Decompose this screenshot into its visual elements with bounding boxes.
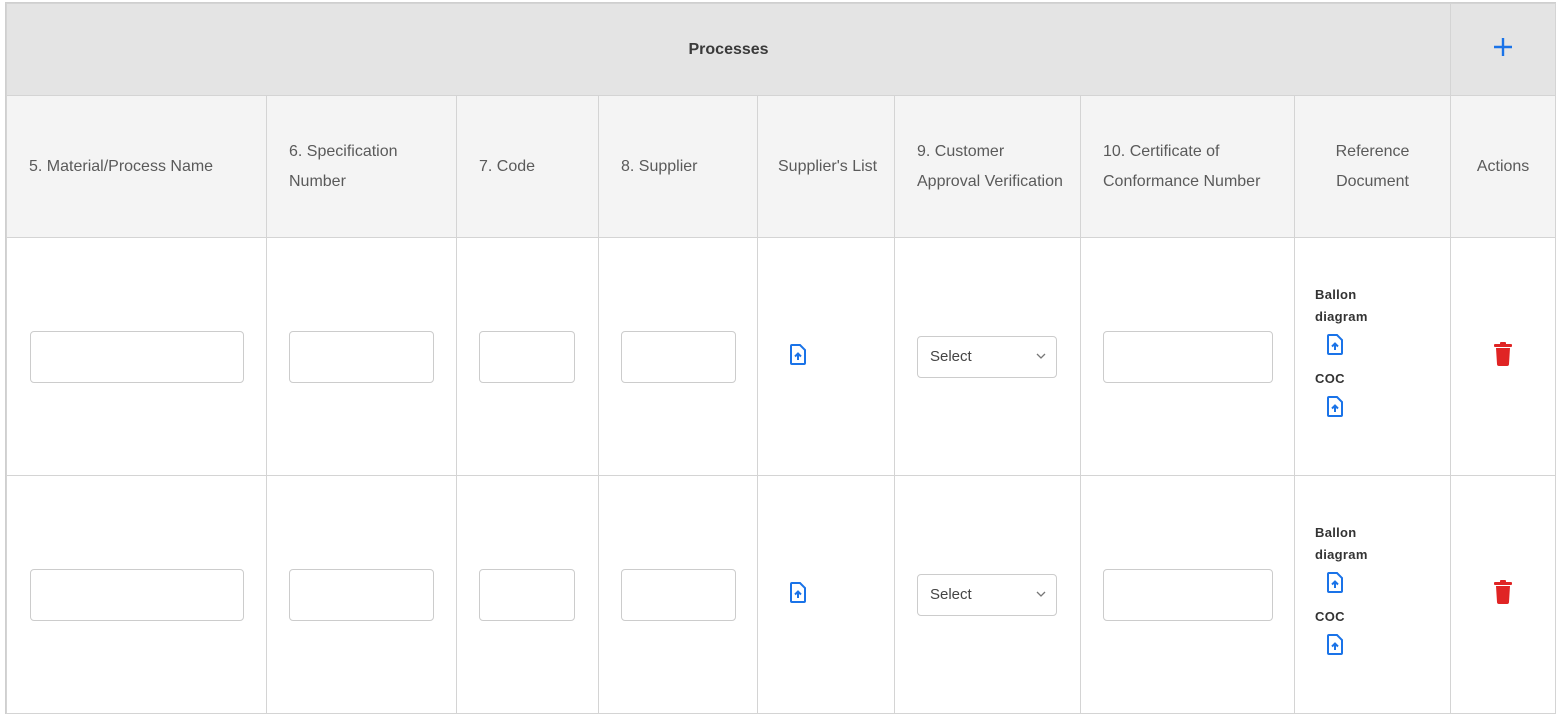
plus-icon xyxy=(1494,38,1513,56)
col-header-coc-number: 10. Certificate of Conformance Number xyxy=(1080,95,1295,238)
ref-doc-label-ballon: Ballon diagram xyxy=(1315,286,1368,324)
col-header-customer-approval: 9. Customer Approval Verification xyxy=(894,95,1081,238)
select-value: Select xyxy=(930,585,972,603)
processes-panel: Processes 5. Material/Process Name 6. Sp… xyxy=(5,2,1557,714)
chevron-down-icon xyxy=(1036,591,1046,597)
col-header-actions: Actions xyxy=(1450,95,1557,238)
table-row: Select Ballon diagram COC xyxy=(6,475,1557,714)
code-input[interactable] xyxy=(479,568,575,621)
ref-doc-label-coc: COC xyxy=(1315,370,1345,386)
col-header-supplier: 8. Supplier xyxy=(598,95,758,238)
trash-icon[interactable] xyxy=(1494,342,1513,366)
customer-approval-select[interactable]: Select xyxy=(917,573,1057,616)
spec-number-input[interactable] xyxy=(289,330,434,383)
ref-doc-label-coc: COC xyxy=(1315,608,1345,624)
file-upload-icon[interactable] xyxy=(1327,333,1343,355)
supplier-input[interactable] xyxy=(621,330,736,383)
spec-number-input[interactable] xyxy=(289,568,434,621)
add-row-cell xyxy=(1450,3,1557,96)
material-name-input[interactable] xyxy=(30,330,244,383)
col-header-code: 7. Code xyxy=(456,95,599,238)
file-upload-icon[interactable] xyxy=(790,343,806,365)
col-header-reference-document: Reference Document xyxy=(1293,95,1452,238)
col-header-spec-number: 6. Specification Number xyxy=(266,95,457,238)
coc-number-input[interactable] xyxy=(1103,330,1273,383)
file-upload-icon[interactable] xyxy=(790,581,806,603)
supplier-input[interactable] xyxy=(621,568,736,621)
add-row-button[interactable] xyxy=(1489,33,1517,61)
select-value: Select xyxy=(930,347,972,365)
file-upload-icon[interactable] xyxy=(1327,395,1343,417)
col-header-suppliers-list: Supplier's List xyxy=(757,95,895,238)
file-upload-icon[interactable] xyxy=(1327,633,1343,655)
file-upload-icon[interactable] xyxy=(1327,571,1343,593)
section-title: Processes xyxy=(5,3,1452,96)
chevron-down-icon xyxy=(1036,353,1046,359)
processes-table: Processes 5. Material/Process Name 6. Sp… xyxy=(5,3,1557,714)
customer-approval-select[interactable]: Select xyxy=(917,335,1057,378)
col-header-material-name: 5. Material/Process Name xyxy=(6,95,267,238)
code-input[interactable] xyxy=(479,330,575,383)
table-row: Select Ballon diagram COC xyxy=(6,237,1557,476)
coc-number-input[interactable] xyxy=(1103,568,1273,621)
trash-icon[interactable] xyxy=(1494,580,1513,604)
ref-doc-label-ballon: Ballon diagram xyxy=(1315,524,1368,562)
material-name-input[interactable] xyxy=(30,568,244,621)
